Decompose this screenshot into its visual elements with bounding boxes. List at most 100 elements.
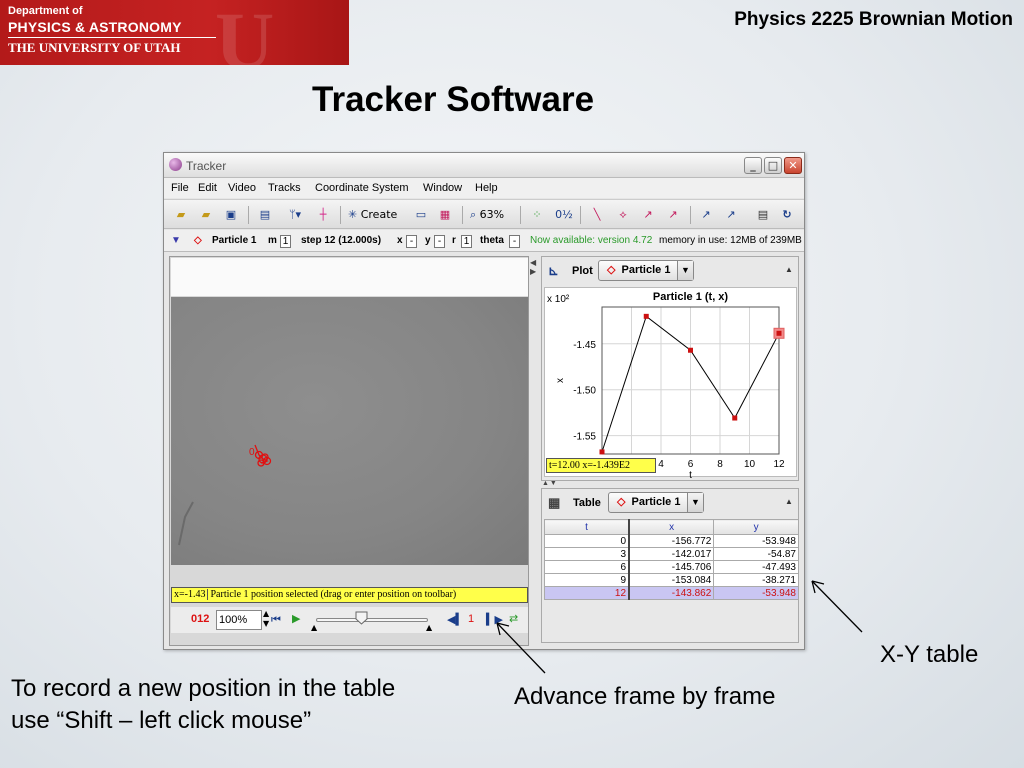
table-header-row: t x y [544,519,799,535]
minimize-button[interactable]: _ [744,157,762,174]
save-icon[interactable]: ▣ [222,205,240,225]
close-button[interactable]: ✕ [784,157,802,174]
toolbar-separator [520,206,521,224]
menu-edit[interactable]: Edit [198,182,217,194]
mass-icon[interactable]: ↗ [697,205,715,225]
create-button[interactable]: ✳ Create [348,205,408,225]
clip-settings-icon[interactable]: ▤ [256,205,274,225]
maximize-pane-icon[interactable]: ▲ [785,265,793,274]
table-row[interactable]: 9 -153.084 -38.271 [544,573,799,587]
toolbar-separator [248,206,249,224]
track-name[interactable]: Particle 1 [212,235,256,246]
cell-x: -156.772 [628,534,715,548]
open-recent-icon[interactable]: ▰ [197,205,215,225]
university-logo: U Department of PHYSICS & ASTRONOMY THE … [0,0,349,65]
video-top-margin [171,258,528,296]
x-label: x [397,235,403,246]
refresh-icon[interactable]: ↻ [778,205,796,225]
menu-coordinate-system[interactable]: Coordinate System [315,182,409,194]
chart-point [643,313,649,319]
cell-y: -38.271 [713,573,799,587]
table-row[interactable]: 6 -145.706 -47.493 [544,560,799,574]
table-row[interactable]: 3 -142.017 -54.87 [544,547,799,561]
player-zoom-value: 100% [219,614,248,626]
vector-icon[interactable]: 0½ [554,205,574,225]
mark-icon[interactable]: ▦ [436,205,454,225]
chart-x-label: t [689,470,692,478]
cell-x: -145.706 [628,560,715,574]
chart-point [688,347,693,353]
acceleration-icon[interactable]: ↗ [639,205,657,225]
table-view-label[interactable]: Table [573,497,601,509]
table-track-selector[interactable]: ◇ Particle 1 ▼ [608,492,704,513]
trails-icon[interactable]: ▭ [412,205,430,225]
frame-slider[interactable] [316,618,428,622]
velocity-icon[interactable]: ⟡ [614,205,632,225]
table-view-icon[interactable]: ▦ [548,495,560,511]
logo-rule [8,37,216,38]
column-header-y[interactable]: y [713,519,799,535]
slide-title: Tracker Software [312,80,595,119]
step-forward-icon[interactable]: ▍▶ [486,613,503,626]
points-icon[interactable]: ⁘ [528,205,546,225]
zoom-button[interactable]: ⌕ 63% [470,205,514,225]
x-field[interactable]: - [406,235,417,248]
menu-video[interactable]: Video [228,182,256,194]
plot-view-label[interactable]: Plot [572,265,593,277]
frame-counter[interactable]: 012 [191,613,209,625]
table-track-name: Particle 1 [631,496,681,508]
rewind-icon[interactable]: ⏮ [271,613,281,627]
plot-view-icon[interactable]: ⊾ [548,263,559,279]
mass-label: m [268,235,277,246]
advance-frame-annotation: Advance frame by frame [514,683,776,710]
menu-window[interactable]: Window [423,182,462,194]
player-zoom-field[interactable]: 100% [216,610,262,630]
step-back-icon[interactable]: ◀▍ [447,613,464,626]
open-icon[interactable]: ▰ [172,205,190,225]
maximize-button[interactable]: □ [764,157,782,174]
update-available[interactable]: Now available: version 4.72 [530,235,652,246]
chart-y-label: x [555,378,566,383]
plot-area[interactable]: Particle 1 (t, x)x 10²024681012-1.45-1.5… [544,287,797,481]
theta-field[interactable]: - [509,235,520,248]
split-arrows-icon[interactable]: ◀ ▶ [530,258,536,276]
record-position-annotation: To record a new position in the table us… [11,673,395,737]
plot-track-selector[interactable]: ◇ Particle 1 ▼ [598,260,694,281]
slider-thumb[interactable] [355,611,368,625]
end-marker-icon[interactable]: ▲ [426,623,432,632]
mass-field[interactable]: 1 [280,235,291,248]
column-header-x[interactable]: x [628,519,715,535]
minimize-icon: _ [750,159,756,172]
zoom-spinner-icon[interactable]: ▲ ▼ [263,609,269,629]
y-field[interactable]: - [434,235,445,248]
cell-t: 0 [544,534,630,548]
r-field[interactable]: 1 [461,235,472,248]
pane-split-icon[interactable]: ▲▼ [542,480,558,487]
chart-x-tick-label: 12 [773,459,785,470]
video-frame[interactable]: 0 [171,297,528,565]
loop-icon[interactable]: ⇄ [509,612,518,625]
mass-icon[interactable]: ↗ [722,205,740,225]
column-header-t[interactable]: t [544,519,630,535]
menu-file[interactable]: File [171,182,189,194]
maximize-pane-icon[interactable]: ▲ [785,497,793,506]
position-chart: Particle 1 (t, x)x 10²024681012-1.45-1.5… [547,291,785,481]
window-titlebar[interactable]: Tracker _ □ ✕ [164,153,804,178]
vector-sum-icon[interactable]: ↗ [664,205,682,225]
toolbar-separator [462,206,463,224]
calibration-icon[interactable]: ᛘ▾ [281,205,309,225]
menu-tracks[interactable]: Tracks [268,182,301,194]
start-marker-icon[interactable]: ▲ [311,623,317,632]
step-size[interactable]: 1 [468,613,474,625]
axes-icon[interactable]: ┼ [314,205,332,225]
record-line-1: To record a new position in the table [11,675,396,702]
track-icon[interactable]: ╲ [588,205,606,225]
status-message: Particle 1 position selected (drag or en… [210,589,457,600]
notes-icon[interactable]: ▤ [754,205,772,225]
menu-help[interactable]: Help [475,182,498,194]
play-icon[interactable]: ▶ [292,612,300,625]
track-menu-icon[interactable]: ▼ [171,235,181,246]
table-row-selected[interactable]: 12 -143.862 -53.948 [544,586,799,600]
memory-usage: memory in use: 12MB of 239MB [659,235,802,246]
table-row[interactable]: 0 -156.772 -53.948 [544,534,799,548]
